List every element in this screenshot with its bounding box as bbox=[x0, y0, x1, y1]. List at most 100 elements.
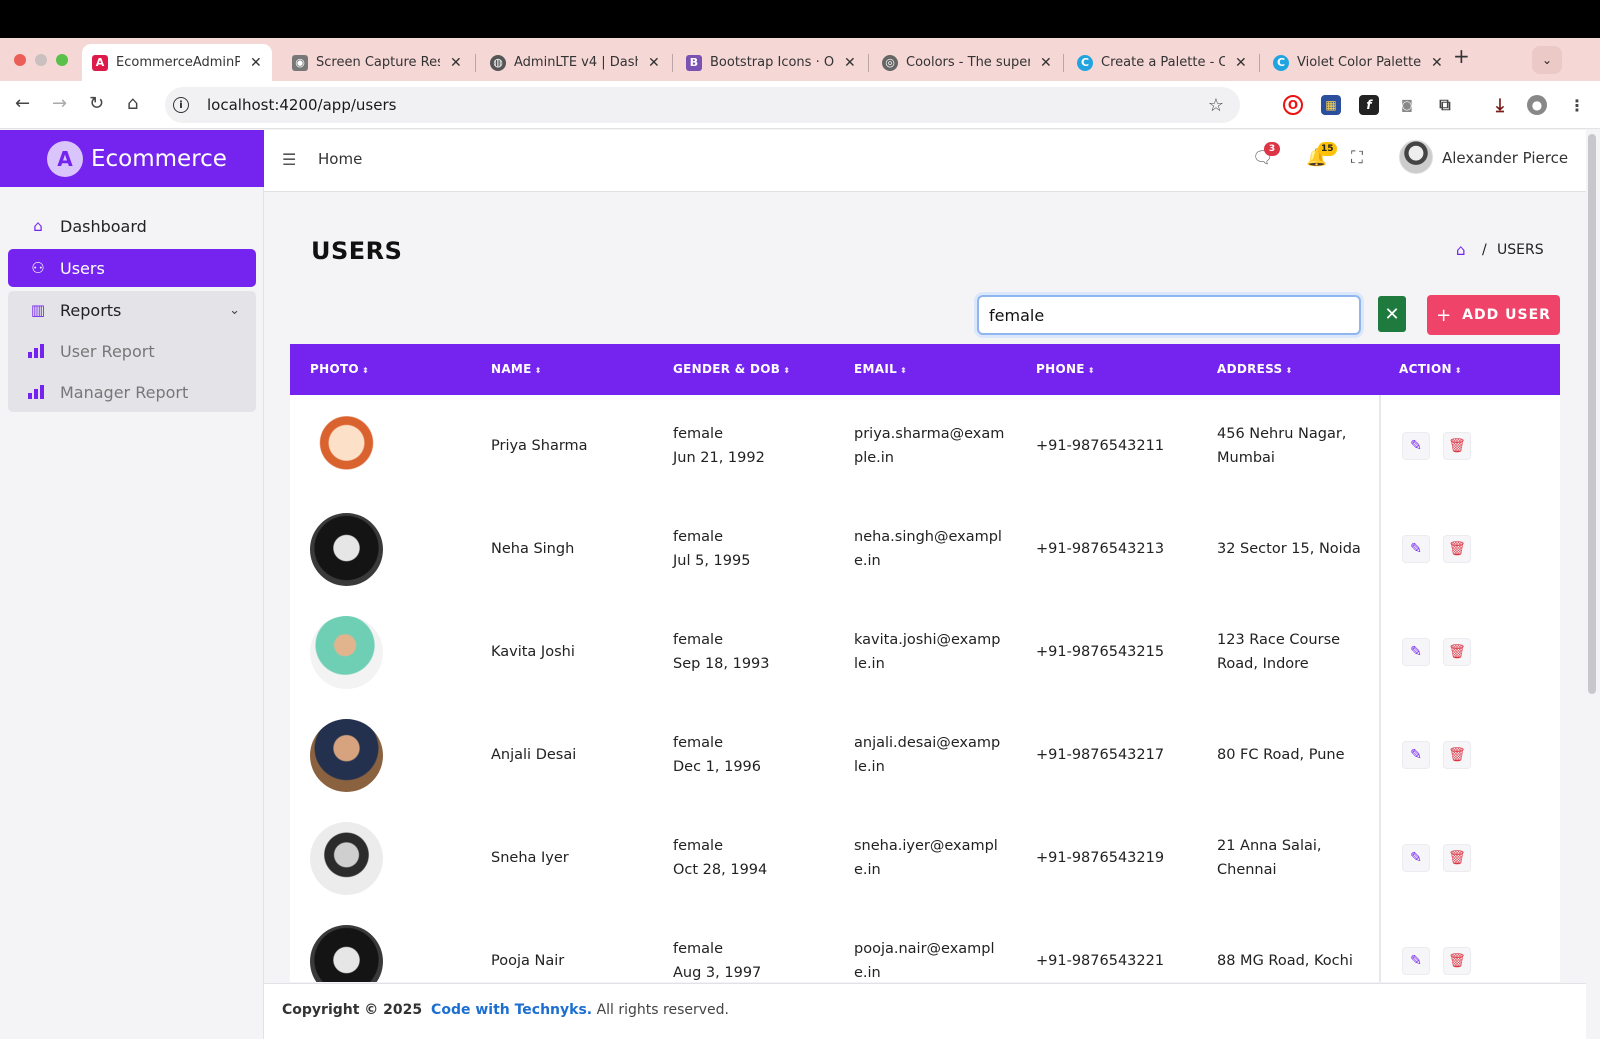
sidebar-item-dashboard[interactable]: ⌂ Dashboard bbox=[8, 207, 256, 245]
url-text[interactable]: localhost:4200/app/users bbox=[207, 96, 396, 114]
tab-title: Violet Color Palettes bbox=[1297, 55, 1421, 70]
new-tab-button[interactable]: + bbox=[1453, 44, 1470, 68]
tab-search-button[interactable]: ⌄ bbox=[1532, 46, 1562, 74]
browser-tab-active[interactable]: A EcommerceAdminPo ✕ bbox=[82, 44, 272, 81]
column-header-action[interactable]: ACTION ⬍ bbox=[1399, 362, 1462, 376]
edit-icon[interactable]: ✎ bbox=[1402, 535, 1430, 563]
sidebar-item-reports[interactable]: ▥ Reports ⌄ bbox=[8, 291, 256, 329]
forward-arrow-icon[interactable]: → bbox=[52, 93, 67, 114]
site-info-icon[interactable]: i bbox=[173, 97, 189, 113]
edit-icon[interactable]: ✎ bbox=[1402, 638, 1430, 666]
email-cell: kavita.joshi@examp bbox=[854, 632, 1001, 648]
search-input[interactable] bbox=[977, 295, 1361, 335]
maximize-window-button[interactable] bbox=[56, 54, 68, 66]
address-cell-cont: Chennai bbox=[1217, 862, 1277, 878]
extensions-puzzle-icon[interactable]: ⧉ bbox=[1435, 95, 1455, 115]
email-cell-cont: le.in bbox=[854, 759, 885, 775]
email-cell: anjali.desai@examp bbox=[854, 735, 1001, 751]
close-icon[interactable]: ✕ bbox=[1040, 55, 1052, 71]
close-icon[interactable]: ✕ bbox=[648, 55, 660, 71]
chevron-down-icon: ⌄ bbox=[229, 302, 240, 318]
trash-icon[interactable]: 🗑 bbox=[1443, 741, 1471, 769]
house-icon: ⌂ bbox=[33, 217, 43, 235]
close-icon[interactable]: ✕ bbox=[250, 55, 262, 71]
sidebar-item-users[interactable]: ⚇ Users bbox=[8, 249, 256, 287]
camera-icon[interactable]: ◙ bbox=[1397, 95, 1417, 115]
home-icon[interactable]: ⌂ bbox=[127, 93, 138, 114]
user-name-cell: Sneha Iyer bbox=[491, 850, 569, 866]
header-label: EMAIL bbox=[854, 362, 898, 376]
close-icon[interactable]: ✕ bbox=[450, 55, 462, 71]
download-icon[interactable]: ⤓ bbox=[1490, 95, 1510, 116]
reload-icon[interactable]: ↻ bbox=[89, 93, 104, 114]
bell-icon[interactable]: 🔔 15 bbox=[1306, 142, 1337, 168]
edit-icon[interactable]: ✎ bbox=[1402, 432, 1430, 460]
footer-link[interactable]: Code with Technyks. bbox=[431, 1002, 592, 1018]
opera-extension-icon[interactable]: O bbox=[1283, 95, 1303, 115]
profile-avatar[interactable]: ● bbox=[1527, 95, 1547, 115]
column-header-phone[interactable]: PHONE ⬍ bbox=[1036, 362, 1095, 376]
url-bar[interactable]: i localhost:4200/app/users ☆ bbox=[165, 87, 1240, 123]
font-extension-icon[interactable]: f bbox=[1359, 95, 1379, 115]
sidebar-item-user-report[interactable]: User Report bbox=[8, 331, 256, 371]
chat-icon[interactable]: 🗨 3 bbox=[1252, 142, 1280, 168]
messages-badge: 3 bbox=[1264, 142, 1280, 156]
email-cell: sneha.iyer@exampl bbox=[854, 838, 998, 854]
back-arrow-icon[interactable]: ← bbox=[15, 93, 30, 114]
sort-icon: ⬍ bbox=[361, 366, 369, 375]
menu-toggle-icon[interactable]: ☰ bbox=[282, 150, 296, 169]
address-cell-cont: Mumbai bbox=[1217, 450, 1275, 466]
browser-tab-bar: A EcommerceAdminPo ✕ ◉ Screen Capture Re… bbox=[0, 38, 1600, 81]
people-icon: ⚇ bbox=[31, 259, 45, 277]
page-scrollbar[interactable] bbox=[1588, 134, 1596, 694]
tab-separator bbox=[1259, 54, 1260, 72]
menu-dots-icon[interactable]: ⋮ bbox=[1567, 95, 1587, 115]
edit-icon[interactable]: ✎ bbox=[1402, 947, 1430, 975]
close-icon[interactable]: ✕ bbox=[1235, 55, 1247, 71]
bookmark-star-icon[interactable]: ☆ bbox=[1208, 95, 1224, 116]
sidebar-item-manager-report[interactable]: Manager Report bbox=[8, 372, 256, 412]
header-label: ACTION bbox=[1399, 362, 1452, 376]
email-cell-cont: ple.in bbox=[854, 450, 894, 466]
brand-link[interactable]: A Ecommerce bbox=[0, 130, 264, 187]
close-icon[interactable]: ✕ bbox=[844, 55, 856, 71]
plus-icon: + bbox=[1436, 304, 1453, 326]
minimize-window-button[interactable] bbox=[35, 54, 47, 66]
sort-icon: ⬍ bbox=[1285, 366, 1293, 375]
address-cell: 88 MG Road, Kochi bbox=[1217, 953, 1353, 969]
close-icon[interactable]: ✕ bbox=[1431, 55, 1443, 71]
browser-tab[interactable]: C Create a Palette - Co ✕ bbox=[1067, 44, 1257, 81]
sort-icon: ⬍ bbox=[783, 366, 791, 375]
tab-separator bbox=[475, 54, 476, 72]
trash-icon[interactable]: 🗑 bbox=[1443, 844, 1471, 872]
trash-icon[interactable]: 🗑 bbox=[1443, 432, 1471, 460]
export-excel-button[interactable]: ✕ bbox=[1378, 296, 1406, 332]
column-header-name[interactable]: NAME ⬍ bbox=[491, 362, 542, 376]
trash-icon[interactable]: 🗑 bbox=[1443, 535, 1471, 563]
colorzilla-extension-icon[interactable]: ▦ bbox=[1321, 95, 1341, 115]
user-photo bbox=[310, 616, 383, 689]
dob-cell: Jul 5, 1995 bbox=[673, 553, 751, 569]
column-header-address[interactable]: ADDRESS ⬍ bbox=[1217, 362, 1293, 376]
edit-icon[interactable]: ✎ bbox=[1402, 844, 1430, 872]
browser-tab[interactable]: ◉ Screen Capture Resu ✕ bbox=[282, 44, 472, 81]
column-header-email[interactable]: EMAIL ⬍ bbox=[854, 362, 907, 376]
notifications-badge: 15 bbox=[1318, 142, 1337, 156]
column-header-photo[interactable]: PHOTO ⬍ bbox=[310, 362, 369, 376]
breadcrumb-home-icon[interactable]: ⌂ bbox=[1456, 241, 1466, 259]
browser-tab[interactable]: ◍ AdminLTE v4 | Dashl ✕ bbox=[480, 44, 670, 81]
close-window-button[interactable] bbox=[14, 54, 26, 66]
table-row: Priya Sharma female Jun 21, 1992 priya.s… bbox=[290, 395, 1560, 498]
nav-home-link[interactable]: Home bbox=[318, 150, 362, 168]
user-avatar[interactable] bbox=[1399, 140, 1433, 174]
user-name[interactable]: Alexander Pierce bbox=[1442, 149, 1568, 167]
browser-tab[interactable]: ◎ Coolors - The super ✕ bbox=[872, 44, 1062, 81]
add-user-button[interactable]: + ADD USER bbox=[1427, 295, 1560, 335]
column-header-gender-dob[interactable]: GENDER & DOB ⬍ bbox=[673, 362, 790, 376]
browser-tab[interactable]: B Bootstrap Icons · Off ✕ bbox=[676, 44, 866, 81]
browser-tab[interactable]: C Violet Color Palettes ✕ bbox=[1263, 44, 1453, 81]
trash-icon[interactable]: 🗑 bbox=[1443, 638, 1471, 666]
trash-icon[interactable]: 🗑 bbox=[1443, 947, 1471, 975]
edit-icon[interactable]: ✎ bbox=[1402, 741, 1430, 769]
fullscreen-icon[interactable]: ⛶ bbox=[1351, 148, 1363, 168]
